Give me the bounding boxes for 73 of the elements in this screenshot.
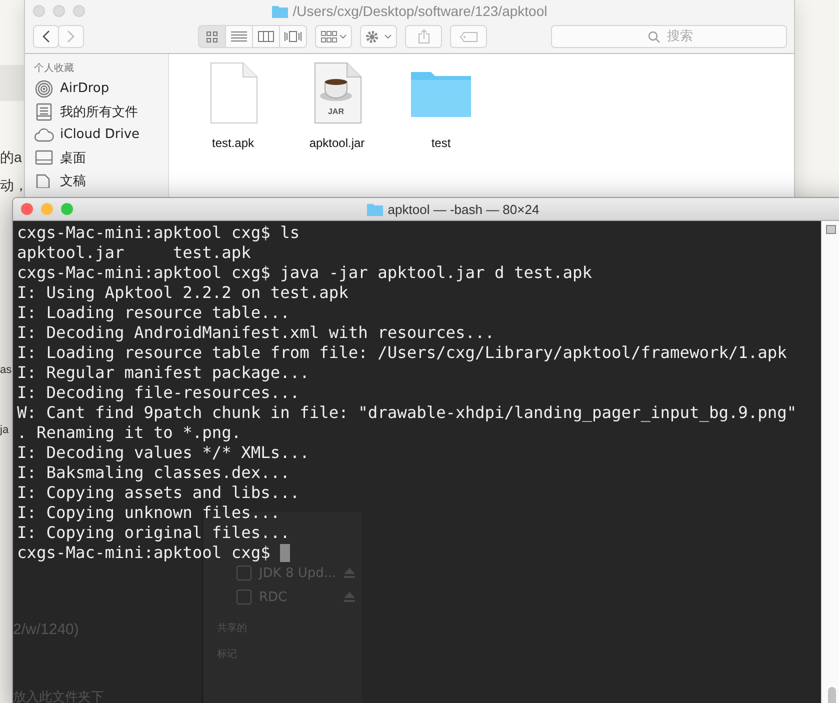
terminal-line: I: Loading resource table...: [17, 303, 290, 323]
split-icon[interactable]: [826, 225, 836, 234]
terminal-line: cxgs-Mac-mini:apktool cxg$ ls: [17, 223, 300, 243]
share-icon: [418, 29, 430, 44]
back-button[interactable]: [33, 25, 59, 48]
sidebar-item[interactable]: 我的所有文件: [34, 100, 168, 123]
sidebar-item[interactable]: iCloud Drive: [34, 123, 168, 146]
page-text: 的a: [0, 148, 22, 167]
file-type-label: JAR: [328, 107, 344, 116]
view-mode-button[interactable]: [225, 25, 253, 48]
terminal-line: I: Decoding values */* XMLs...: [17, 443, 310, 463]
file-item[interactable]: JAR apktool.jar: [295, 62, 379, 150]
sidebar-item[interactable]: 文稿: [34, 169, 168, 192]
file-item[interactable]: test.apk: [191, 62, 275, 150]
grid-icon: [206, 30, 218, 42]
window-title: /Users/cxg/Desktop/software/123/apktool: [292, 3, 548, 19]
page-text: ja: [0, 423, 9, 438]
file-stack-icon: [34, 102, 54, 120]
terminal-line: I: Copying original files...: [17, 523, 290, 543]
minimize-button[interactable]: [41, 203, 53, 215]
terminal-prompt: cxgs-Mac-mini:apktool cxg$: [17, 543, 272, 563]
sidebar-item[interactable]: 桌面: [34, 146, 168, 169]
folder-icon: [272, 4, 288, 18]
page-text: 动，: [0, 176, 28, 195]
close-button[interactable]: [33, 5, 45, 17]
zoom-button[interactable]: [61, 203, 73, 215]
search-icon: [648, 31, 660, 43]
terminal-line: I: Decoding AndroidManifest.xml with resources...: [17, 323, 495, 343]
columns-icon: [258, 31, 274, 42]
eject-icon: [344, 568, 355, 578]
eject-icon: [344, 592, 355, 602]
close-button[interactable]: [21, 203, 33, 215]
list-icon: [231, 31, 247, 42]
desktop-icon: [34, 150, 54, 165]
view-mode-button[interactable]: [198, 25, 226, 48]
terminal-line: W: Cant find 9patch chunk in file: "drawable-xhdpi/landing_pager_input_bg.9.png": [17, 403, 797, 423]
terminal-line: I: Decoding file-resources...: [17, 383, 300, 403]
tag-icon: [460, 32, 478, 42]
airdrop-icon: [34, 80, 54, 98]
scrollbar[interactable]: [821, 221, 839, 703]
terminal-line: I: Copying unknown files...: [17, 503, 280, 523]
terminal-line: I: Baksmaling classes.dex...: [17, 463, 290, 483]
chevron-left-icon: [42, 30, 50, 43]
arrange-button[interactable]: [315, 25, 352, 48]
terminal-line: . Renaming it to *.png.: [17, 423, 242, 443]
scroll-thumb[interactable]: [828, 687, 836, 703]
window-title: apktool — -bash — 80×24: [388, 202, 540, 216]
cloud-icon: [34, 128, 54, 142]
terminal-line: I: Copying assets and libs...: [17, 483, 300, 503]
terminal-line: apktool.jar test.apk: [17, 243, 251, 263]
terminal-line: cxgs-Mac-mini:apktool cxg$ java -jar apktool.jar d test.apk: [17, 263, 592, 283]
view-mode-button[interactable]: [279, 25, 307, 48]
sidebar-item[interactable]: AirDrop: [34, 77, 168, 100]
settings-button[interactable]: [360, 25, 397, 48]
terminal-line: I: Regular manifest package...: [17, 363, 310, 383]
page-text: as: [0, 363, 12, 378]
search-field[interactable]: 搜索: [551, 25, 787, 48]
grid-dropdown-icon: [320, 30, 346, 42]
document-icon: [208, 62, 258, 124]
text-cursor: [280, 544, 290, 562]
view-mode-button[interactable]: [252, 25, 280, 48]
share-button[interactable]: [405, 25, 442, 48]
cover-flow-icon: [284, 31, 302, 42]
tag-button[interactable]: [450, 25, 487, 48]
terminal-line: I: Loading resource table from file: /Users/cxg/Library/apktool/framework/1.apk: [17, 343, 787, 363]
zoom-button[interactable]: [73, 5, 85, 17]
file-item[interactable]: test: [399, 62, 483, 150]
chevron-right-icon: [67, 30, 75, 43]
terminal-line: I: Using Apktool 2.2.2 on test.apk: [17, 283, 348, 303]
minimize-button[interactable]: [53, 5, 65, 17]
sidebar-header: 个人收藏: [34, 62, 75, 75]
folder-icon: [366, 202, 383, 216]
gear-icon: [364, 30, 392, 44]
